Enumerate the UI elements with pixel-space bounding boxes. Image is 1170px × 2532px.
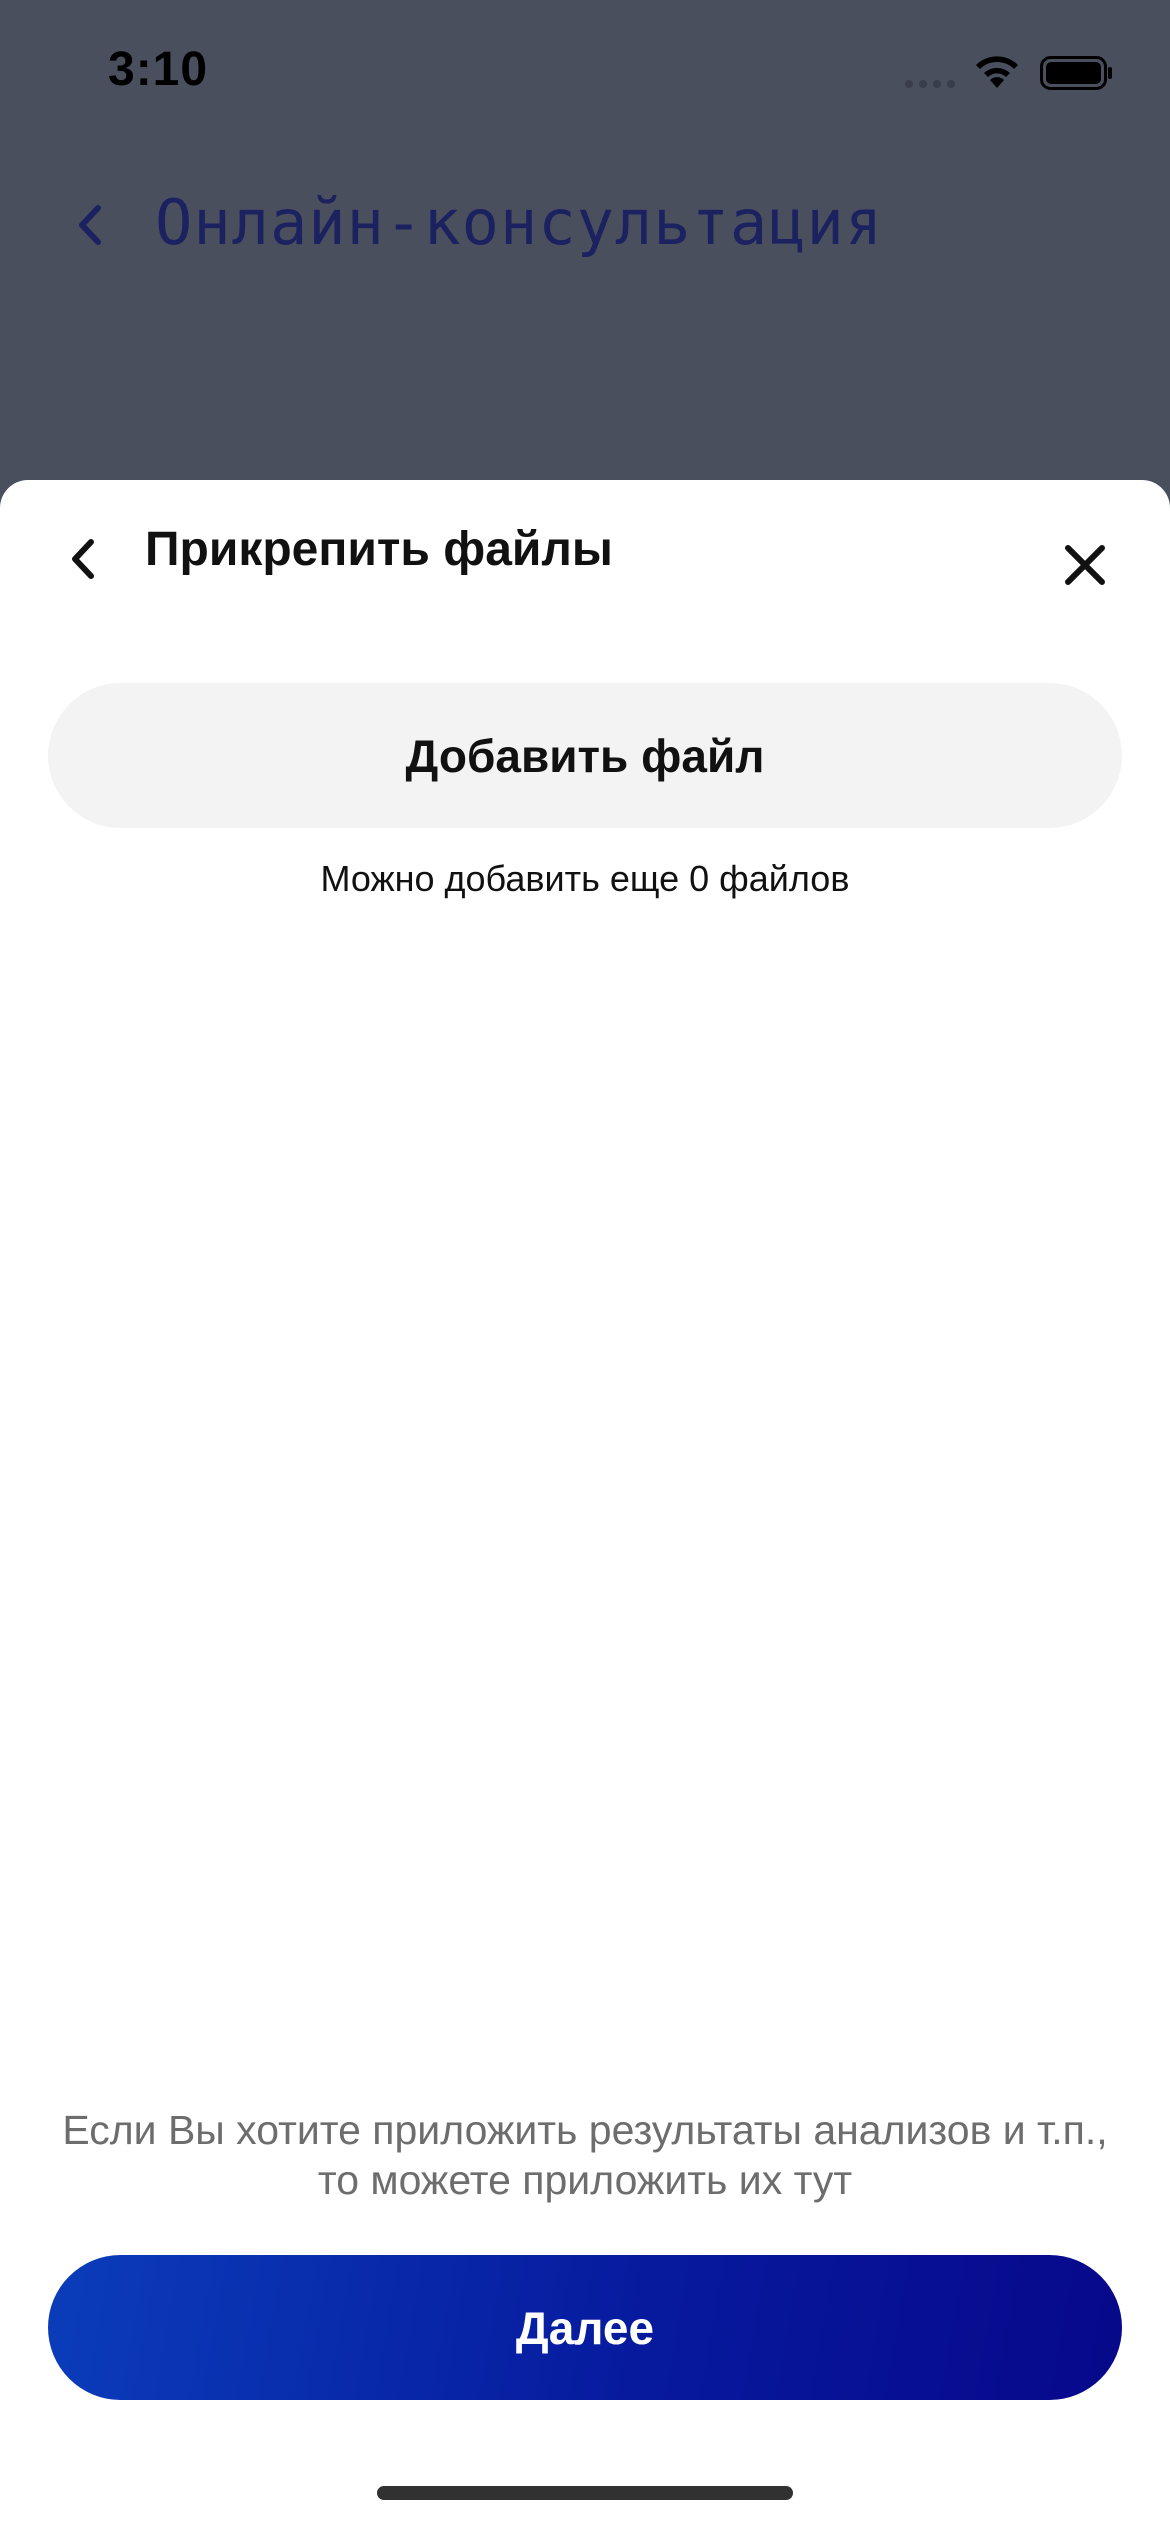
next-button[interactable]: Далее <box>48 2255 1122 2400</box>
background-page-title: Онлайн-консультация <box>155 186 884 259</box>
home-indicator <box>377 2486 793 2500</box>
battery-icon <box>1040 56 1112 90</box>
files-remaining-text: Можно добавить еще 0 файлов <box>320 858 850 899</box>
signal-dots-icon <box>905 80 955 88</box>
close-icon[interactable] <box>1060 540 1110 590</box>
sheet-header: Прикрепить файлы <box>0 480 1170 630</box>
wifi-icon <box>976 56 1018 88</box>
background-header: Онлайн-консультация <box>0 170 1170 280</box>
chevron-left-icon[interactable] <box>70 200 110 250</box>
attach-files-sheet: Прикрепить файлы Добавить файл Можно доб… <box>0 480 1170 2532</box>
add-file-button[interactable]: Добавить файл <box>48 683 1122 828</box>
status-bar: 3:10 <box>0 0 1170 150</box>
hint-text: Если Вы хотите приложить результаты анал… <box>62 2107 1108 2203</box>
sheet-title: Прикрепить файлы <box>145 523 613 576</box>
back-chevron-icon[interactable] <box>64 532 104 586</box>
status-time: 3:10 <box>108 43 209 96</box>
